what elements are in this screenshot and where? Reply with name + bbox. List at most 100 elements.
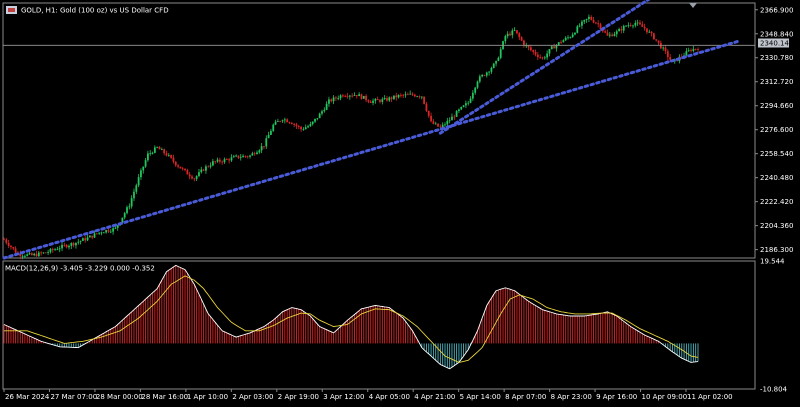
candle-body xyxy=(492,63,495,68)
candle-body xyxy=(362,95,365,99)
candle-body xyxy=(386,98,388,101)
candle-body xyxy=(37,252,40,257)
candle-body xyxy=(279,121,282,122)
candle-body xyxy=(272,124,275,131)
time-tick-label: 2 Apr 19:00 xyxy=(278,393,319,401)
candle-body xyxy=(149,152,152,154)
candle-body xyxy=(446,120,449,125)
candle-body xyxy=(348,95,351,97)
time-tick-label: 5 Apr 14:00 xyxy=(460,393,501,401)
candle-body xyxy=(506,33,509,37)
candle-body xyxy=(664,47,667,52)
time-tick-label: 10 Apr 09:00 xyxy=(642,393,688,401)
time-tick-label: 3 Apr 12:00 xyxy=(323,393,364,401)
candle-body xyxy=(434,123,437,125)
candle-body xyxy=(650,31,653,34)
candle-body xyxy=(163,149,166,154)
candle-body xyxy=(495,60,497,64)
candle-body xyxy=(232,156,235,158)
candle-body xyxy=(251,153,254,156)
candle-body xyxy=(270,130,272,135)
candle-body xyxy=(216,159,219,162)
candle-body xyxy=(666,51,669,58)
candle-body xyxy=(643,26,646,29)
candle-body xyxy=(346,96,349,98)
candle-body xyxy=(662,47,665,49)
candle-body xyxy=(365,95,367,101)
candle-body xyxy=(181,168,184,170)
candle-body xyxy=(95,233,98,235)
trendline-long-support[interactable] xyxy=(2,40,739,260)
candle-body xyxy=(321,111,323,114)
candle-body xyxy=(351,95,354,97)
candle-body xyxy=(578,25,581,27)
candle-body xyxy=(655,39,658,41)
candle-body xyxy=(523,40,525,46)
candle-body xyxy=(246,156,249,158)
candle-body xyxy=(330,99,333,102)
candle-body xyxy=(590,16,593,20)
candle-body xyxy=(469,98,472,103)
candle-body xyxy=(33,253,36,256)
candle-body xyxy=(546,53,549,58)
macd-pane-border xyxy=(2,260,756,390)
candle-body xyxy=(567,37,569,39)
candle-body xyxy=(5,239,8,243)
price-pane-border xyxy=(2,2,756,259)
candle-body xyxy=(460,106,463,110)
shift-marker-icon[interactable] xyxy=(689,3,697,8)
trading-chart[interactable]: 2366.900 2348.840 2330.780 2312.720 2294.660… xyxy=(0,0,800,407)
candle-body xyxy=(393,95,395,99)
candle-body xyxy=(323,109,326,112)
macd-pane[interactable] xyxy=(3,264,699,370)
candle-body xyxy=(325,103,328,110)
candle-body xyxy=(144,160,147,167)
candle-body xyxy=(130,198,133,207)
candle-body xyxy=(453,116,456,118)
candle-body xyxy=(276,121,279,122)
candle-body xyxy=(606,32,609,36)
candle-body xyxy=(604,31,607,33)
candle-body xyxy=(594,22,597,24)
candle-body xyxy=(339,95,342,99)
candle-body xyxy=(86,237,89,241)
candle-body xyxy=(218,159,221,162)
trendline-steep-support[interactable] xyxy=(438,0,651,135)
candle-body xyxy=(26,254,29,256)
candle-body xyxy=(478,76,481,82)
candle-body xyxy=(376,99,379,100)
candle-body xyxy=(126,207,128,214)
candle-body xyxy=(184,168,186,171)
candle-body xyxy=(532,50,535,52)
time-tick-label: 28 Mar 00:00 xyxy=(96,393,143,401)
candle-body xyxy=(205,166,207,171)
candle-body xyxy=(156,147,159,148)
candle-body xyxy=(379,99,381,102)
candle-body xyxy=(79,240,82,242)
candle-body xyxy=(569,37,572,39)
candle-body xyxy=(657,40,660,43)
candle-body xyxy=(239,157,242,159)
candle-body xyxy=(471,92,474,99)
window-icon-mark xyxy=(8,8,15,12)
candle-body xyxy=(47,252,50,253)
candle-body xyxy=(618,29,620,32)
candle-body xyxy=(82,238,84,241)
candle-body xyxy=(583,19,586,22)
candle-body xyxy=(44,252,47,254)
candle-body xyxy=(439,126,442,128)
candle-body xyxy=(622,25,625,31)
candle-body xyxy=(202,169,205,171)
candle-body xyxy=(107,230,110,232)
candle-body xyxy=(244,155,247,157)
candle-body xyxy=(488,71,491,73)
candle-body xyxy=(7,242,10,246)
time-tick-label: 9 Apr 16:00 xyxy=(596,393,637,401)
price-tick-label: 2330.780 xyxy=(760,54,793,62)
price-pane[interactable] xyxy=(2,0,755,260)
candle-body xyxy=(543,57,546,59)
candle-body xyxy=(467,102,470,104)
candle-body xyxy=(121,217,124,223)
candle-body xyxy=(165,153,168,156)
candle-body xyxy=(550,46,553,50)
